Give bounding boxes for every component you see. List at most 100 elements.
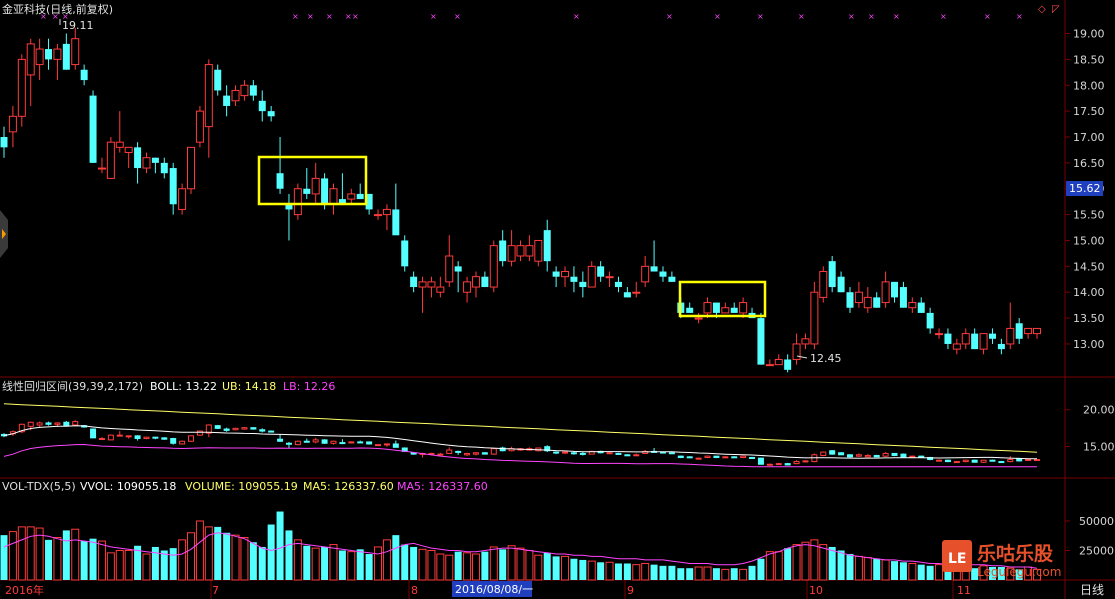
boll-candle-body [846, 454, 853, 458]
boll-candle-body [36, 422, 43, 426]
candle-body-up [774, 358, 783, 366]
boll-candle-body [98, 438, 105, 441]
kline-chart-canvas[interactable]: × × × × × × × × × × × × × × × × × × × × × 13.00 13.50 14.00 14.… [0, 0, 1115, 599]
event-marker-icon: × [798, 12, 805, 21]
candle-body-up [1033, 327, 1041, 335]
candle-body-up [961, 333, 970, 345]
volume-bar-down [267, 524, 275, 580]
candle-body-up [979, 333, 988, 350]
volume-bar-up [427, 549, 436, 581]
candle-body-up [382, 208, 391, 216]
volume-bar-up [240, 537, 249, 581]
event-marker-icon: × [430, 12, 437, 21]
price-tick-label: 15.50 [1073, 209, 1105, 222]
boll-candle-body [686, 456, 693, 459]
candle-body-up [17, 58, 26, 117]
candle-body-up [178, 188, 187, 210]
boll-panel [1, 403, 1040, 468]
candle-body-up [374, 214, 383, 217]
boll-candle-body [232, 427, 239, 431]
candle-body-up [935, 333, 944, 336]
candle-body-down [623, 292, 631, 298]
candle-body-up [489, 245, 498, 288]
boll-candle-body [820, 451, 827, 456]
stock-title: 金亚科技(日线,前复权) [2, 2, 113, 16]
volume-bar-down [499, 549, 507, 580]
boll-candle-body [757, 457, 764, 465]
volume-bar-down [926, 565, 934, 580]
volume-bar-up [178, 539, 187, 581]
boll-candle-body [170, 438, 177, 444]
volume-bar-up [632, 564, 641, 581]
candle-body-up [810, 291, 819, 345]
expand-corner-icon[interactable]: ◸ [1052, 4, 1060, 15]
volume-bar-up [908, 562, 917, 581]
volume-bar-down [89, 538, 97, 580]
x-label-11: 11 [957, 584, 971, 597]
candle-body-up [1024, 327, 1033, 335]
event-marker-icon: × [714, 12, 721, 21]
boll-candle-body [731, 456, 738, 459]
volume-bar-up [561, 555, 570, 581]
volume-bar-up [463, 552, 472, 581]
volume-bar-down [160, 550, 168, 580]
candle-body-up [952, 343, 961, 350]
boll-candle-body [740, 455, 747, 459]
volume-bar-up [53, 537, 62, 581]
boll-candle-body [27, 421, 34, 427]
volume-bar-up [854, 555, 863, 581]
candle-body-up [26, 43, 35, 76]
period-button[interactable]: 日线 [1080, 583, 1104, 597]
boll-candle-body [615, 452, 622, 455]
boll-candle-body [179, 440, 186, 445]
volume-bar-down [62, 530, 70, 580]
candle-body-up [792, 343, 801, 360]
boll-candle-body [446, 449, 453, 454]
boll-candle-body [962, 459, 969, 463]
price-tick-label: 18.50 [1073, 53, 1105, 66]
boll-candle-body [606, 452, 613, 455]
candle-body-down [757, 318, 765, 365]
candle-body-down [356, 193, 364, 200]
volume-bar-up [8, 531, 17, 581]
volume-bar-down [837, 550, 845, 580]
candle-body-up [507, 245, 516, 262]
event-marker-icon: × [352, 12, 359, 21]
event-marker-icon: × [868, 12, 875, 21]
volume-bar-down [338, 550, 346, 580]
candle-body-up [819, 271, 828, 298]
event-marker-icon: × [345, 12, 352, 21]
price-tick-label: 14.00 [1073, 286, 1105, 299]
candle-body-up [53, 48, 62, 60]
candle-body-down [276, 173, 284, 189]
volume-bar-down [668, 565, 676, 580]
volume-bar-up [792, 544, 801, 581]
selected-date: 2016/08/08/一 [455, 583, 533, 596]
volume-bar-up [187, 532, 196, 581]
candle-body-up [632, 291, 641, 294]
candle-body-up [641, 265, 650, 283]
volume-bar-up [436, 553, 445, 581]
x-label-2016: 2016年 [5, 583, 44, 597]
boll-candle-body [339, 442, 346, 445]
boll-candle-body [944, 459, 951, 463]
candle-body-down [45, 49, 53, 60]
candle-body-down [1015, 323, 1023, 339]
volume-bar-up [329, 544, 338, 581]
price-tick-label: 13.00 [1073, 338, 1105, 351]
boll-candle-body [668, 452, 675, 455]
vvol-value: VVOL: 109055.18 [80, 480, 176, 493]
volume-panel [0, 511, 1041, 581]
diamond-icon[interactable]: ◇ [1038, 4, 1046, 15]
candle-body-down [570, 276, 578, 282]
boll-candle-body [802, 460, 809, 463]
boll-candle-body [1034, 459, 1040, 462]
candle-body-down [134, 147, 142, 169]
volume-bar-up [881, 559, 890, 581]
candle-body-down [392, 209, 400, 236]
volume-bar-up [142, 553, 151, 581]
boll-candle-body [998, 461, 1005, 464]
boll-candle-body [277, 438, 284, 442]
candle-body-up [587, 265, 596, 288]
volume-bar-up [293, 539, 302, 581]
